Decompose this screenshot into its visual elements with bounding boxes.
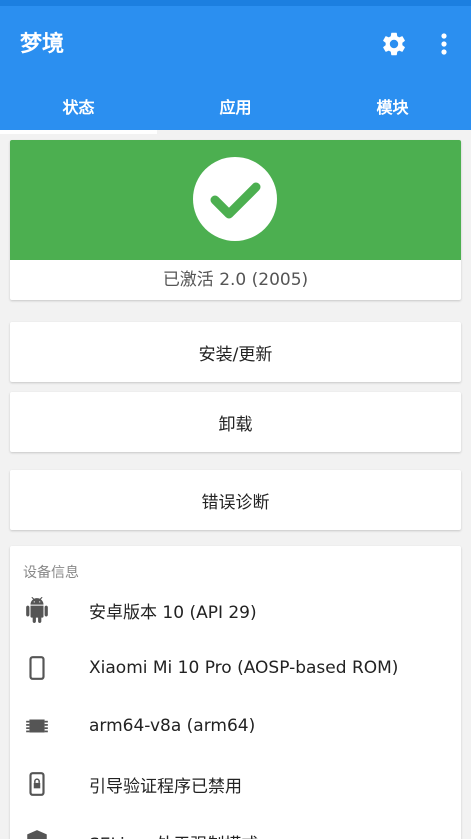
tab-status[interactable]: 状态 bbox=[0, 88, 157, 136]
lock-phone-icon bbox=[29, 772, 45, 796]
chip-icon bbox=[26, 719, 48, 733]
tab-bar: 状态 应用 模块 bbox=[0, 88, 471, 136]
app-bar: 梦境 状态 应用 模块 bbox=[0, 6, 471, 134]
tab-indicator bbox=[0, 130, 157, 134]
info-row-device-model: Xiaomi Mi 10 Pro (AOSP-based ROM) bbox=[10, 648, 461, 688]
device-info-card: 设备信息 安卓版本 10 (API 29) Xiaomi Mi 10 Pro (… bbox=[10, 546, 461, 839]
status-card: 已激活 2.0 (2005) bbox=[10, 140, 461, 300]
device-info-header: 设备信息 bbox=[23, 565, 79, 581]
check-circle-icon bbox=[193, 157, 277, 241]
android-version-text: 安卓版本 10 (API 29) bbox=[89, 602, 257, 623]
android-icon bbox=[26, 597, 48, 623]
info-row-cpu-abi: arm64-v8a (arm64) bbox=[10, 706, 461, 746]
device-model-text: Xiaomi Mi 10 Pro (AOSP-based ROM) bbox=[89, 658, 399, 678]
selinux-text: SELinux处于强制模式 bbox=[89, 830, 258, 839]
install-update-label: 安装/更新 bbox=[198, 344, 273, 365]
cpu-abi-text: arm64-v8a (arm64) bbox=[89, 716, 256, 736]
gear-icon[interactable] bbox=[380, 30, 408, 58]
status-text: 已激活 2.0 (2005) bbox=[162, 270, 309, 290]
info-row-android-version: 安卓版本 10 (API 29) bbox=[10, 590, 461, 630]
phone-icon bbox=[29, 656, 45, 680]
verified-boot-text: 引导验证程序已禁用 bbox=[89, 776, 242, 797]
uninstall-button[interactable]: 卸载 bbox=[10, 392, 461, 452]
status-banner bbox=[10, 140, 461, 260]
app-title: 梦境 bbox=[20, 32, 65, 57]
error-diagnosis-label: 错误诊断 bbox=[201, 492, 270, 513]
info-row-selinux: SELinux处于强制模式 bbox=[10, 822, 461, 839]
install-update-button[interactable]: 安装/更新 bbox=[10, 322, 461, 382]
uninstall-label: 卸载 bbox=[218, 414, 253, 435]
shield-icon bbox=[27, 830, 47, 839]
tab-modules[interactable]: 模块 bbox=[314, 88, 471, 136]
info-row-verified-boot: 引导验证程序已禁用 bbox=[10, 764, 461, 804]
more-vert-icon[interactable] bbox=[432, 30, 456, 58]
app-screen: 梦境 状态 应用 模块 已激活 2.0 (2005) 安装/更新 卸载 错误诊断… bbox=[0, 0, 471, 839]
error-diagnosis-button[interactable]: 错误诊断 bbox=[10, 470, 461, 530]
tab-apps[interactable]: 应用 bbox=[157, 88, 314, 136]
